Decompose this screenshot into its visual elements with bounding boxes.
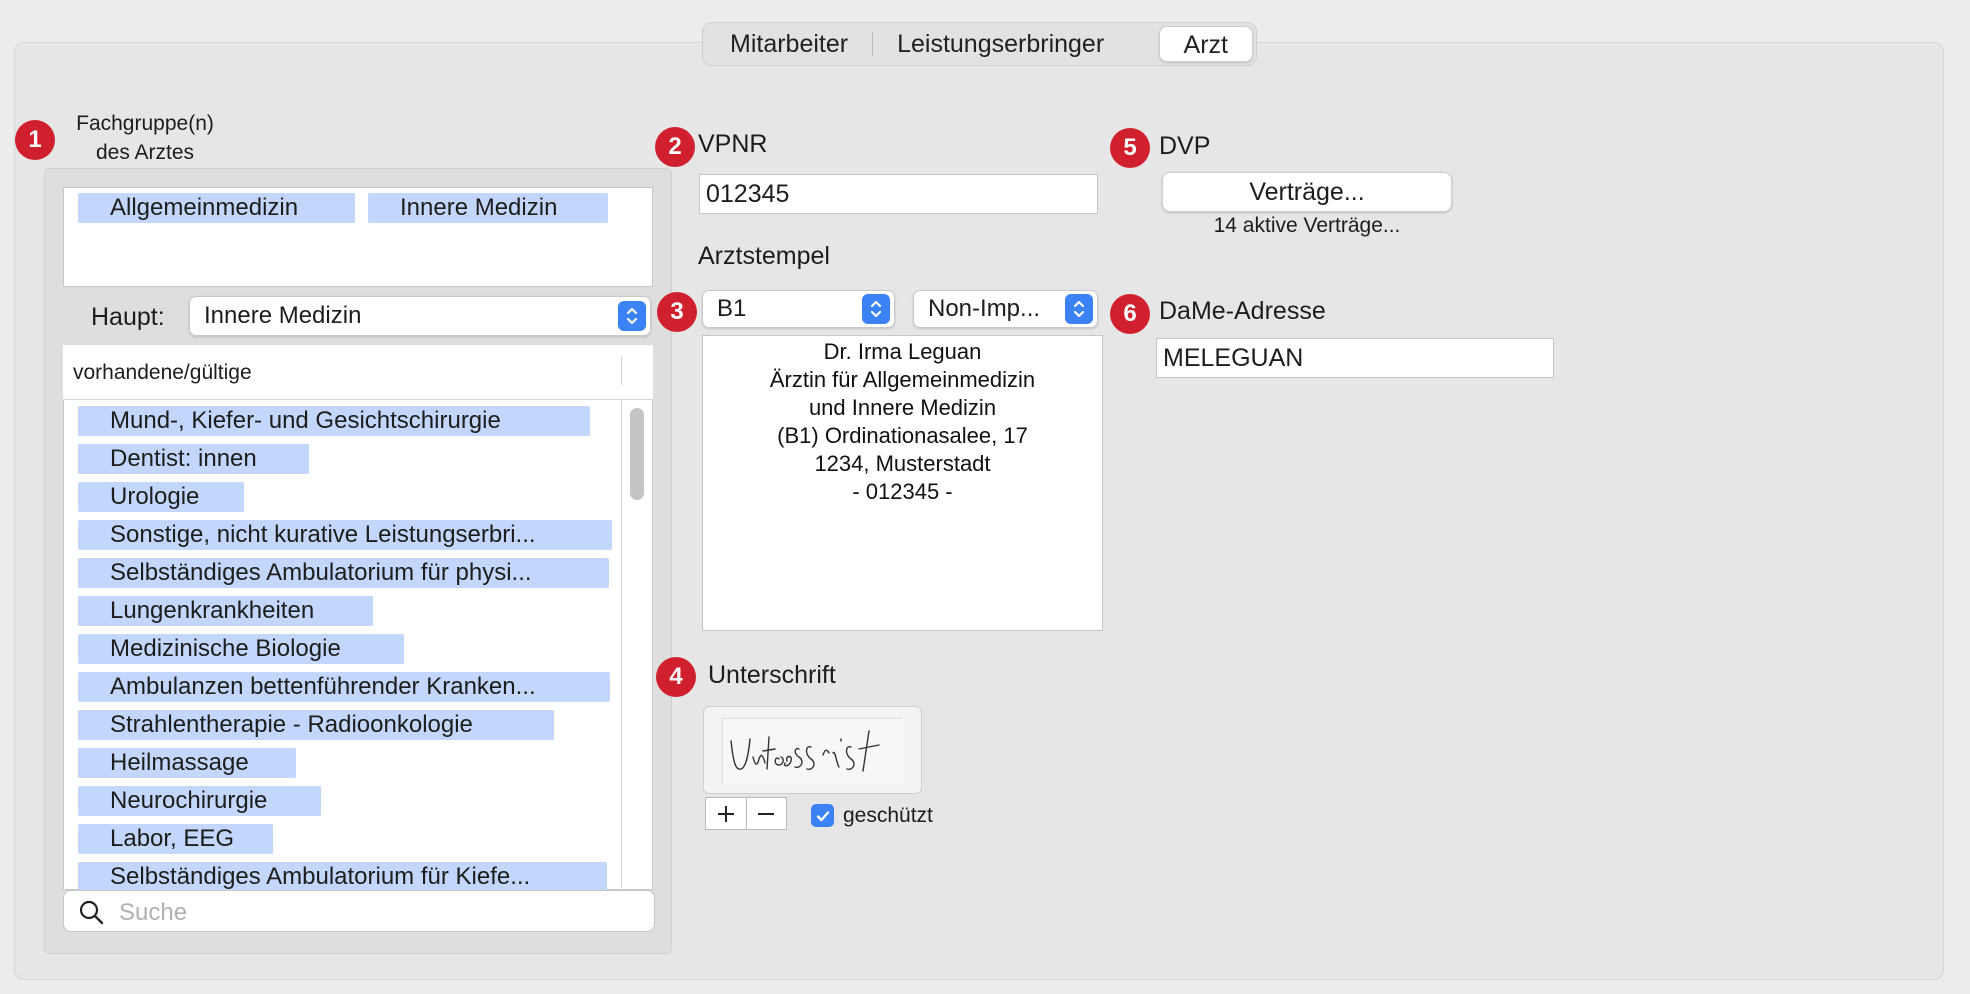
- list-header-separator: [621, 357, 622, 385]
- list-item[interactable]: Urologie: [78, 482, 244, 512]
- fachgruppe-label: Fachgruppe(n) des Arztes: [60, 109, 230, 167]
- protected-checkbox[interactable]: [811, 804, 834, 827]
- list-item[interactable]: Selbständiges Ambulatorium für Kiefe...: [78, 862, 607, 892]
- dame-label: DaMe-Adresse: [1159, 297, 1326, 325]
- stamp-line: 1234, Musterstadt: [814, 451, 991, 476]
- stamp-line: und Innere Medizin: [808, 395, 997, 420]
- fachgruppe-label-line1: Fachgruppe(n): [76, 112, 214, 135]
- unterschrift-label: Unterschrift: [708, 661, 836, 689]
- plus-icon: [717, 805, 734, 822]
- badge-6: 6: [1110, 294, 1150, 334]
- dame-field[interactable]: MELEGUAN: [1156, 338, 1554, 378]
- list-item[interactable]: Strahlentherapie - Radioonkologie: [78, 710, 554, 740]
- stamp-line: Dr. Irma Leguan: [823, 339, 982, 364]
- arztstempel-label: Arztstempel: [698, 242, 830, 270]
- checkmark-icon: [816, 810, 829, 821]
- list-item[interactable]: Dentist: innen: [78, 444, 309, 474]
- vpnr-field[interactable]: 012345: [699, 174, 1098, 214]
- vpnr-label: VPNR: [698, 130, 768, 158]
- list-item[interactable]: Ambulanzen bettenführender Kranken...: [78, 672, 610, 702]
- badge-1: 1: [15, 120, 55, 160]
- list-item[interactable]: Selbständiges Ambulatorium für physi...: [78, 558, 609, 588]
- list-item[interactable]: Lungenkrankheiten: [78, 596, 373, 626]
- select-arrows-icon: [1065, 294, 1093, 324]
- stamp-select-value: B1: [717, 295, 747, 322]
- tab-arzt[interactable]: Arzt: [1158, 26, 1253, 62]
- search-field[interactable]: Suche: [63, 890, 655, 932]
- fachgruppe-label-line2: des Arztes: [95, 141, 195, 164]
- tab-mitarbeiter[interactable]: Mitarbeiter: [706, 26, 872, 62]
- tab-bar: Mitarbeiter Leistungserbringer Arzt: [702, 22, 1257, 66]
- stamp-select[interactable]: B1: [702, 290, 895, 328]
- list-item[interactable]: Mund-, Kiefer- und Gesichtschirurgie: [78, 406, 590, 436]
- list-item[interactable]: Heilmassage: [78, 748, 296, 778]
- haupt-label: Haupt:: [91, 303, 165, 331]
- minus-icon: [758, 812, 775, 815]
- list-scrollbar[interactable]: [630, 408, 644, 500]
- dvp-label: DVP: [1159, 132, 1211, 160]
- badge-2: 2: [655, 127, 695, 167]
- haupt-select-value: Innere Medizin: [204, 302, 362, 329]
- tag-innere-medizin[interactable]: Innere Medizin: [368, 193, 608, 223]
- tag-allgemeinmedizin[interactable]: Allgemeinmedizin: [78, 193, 355, 223]
- list-item[interactable]: Neurochirurgie: [78, 786, 321, 816]
- list-header-label[interactable]: vorhandene/gültige: [73, 361, 252, 385]
- list-column-separator: [621, 400, 622, 890]
- remove-signature-button[interactable]: [745, 798, 787, 829]
- signature-scribble: [723, 719, 904, 785]
- stamp-line: - 012345 -: [852, 479, 953, 504]
- search-placeholder: Suche: [119, 899, 188, 926]
- select-arrows-icon: [618, 301, 646, 331]
- list-header: vorhandene/gültige: [63, 345, 653, 400]
- import-select[interactable]: Non-Imp...: [913, 290, 1098, 328]
- protected-label: geschützt: [843, 804, 933, 827]
- haupt-select[interactable]: Innere Medizin: [189, 296, 651, 336]
- signature-image: [722, 718, 904, 785]
- list-item[interactable]: Sonstige, nicht kurative Leistungserbri.…: [78, 520, 612, 550]
- list-item[interactable]: Labor, EEG: [78, 824, 273, 854]
- list-item[interactable]: Medizinische Biologie: [78, 634, 404, 664]
- search-icon: [78, 899, 104, 932]
- badge-4: 4: [656, 657, 696, 697]
- import-select-value: Non-Imp...: [928, 295, 1041, 322]
- dvp-status: 14 aktive Verträge...: [1213, 214, 1401, 237]
- select-arrows-icon: [862, 294, 890, 324]
- badge-3: 3: [657, 292, 697, 332]
- stamp-line: (B1) Ordinationasalee, 17: [777, 423, 1028, 448]
- signature-add-remove: [705, 797, 787, 830]
- tab-leistungserbringer[interactable]: Leistungserbringer: [873, 26, 1128, 62]
- vertraege-button[interactable]: Verträge...: [1162, 172, 1452, 212]
- badge-5: 5: [1110, 128, 1150, 168]
- stamp-line: Ärztin für Allgemeinmedizin: [769, 367, 1036, 392]
- add-signature-button[interactable]: [706, 798, 746, 829]
- stamp-text-area[interactable]: Dr. Irma Leguan Ärztin für Allgemeinmedi…: [702, 335, 1103, 631]
